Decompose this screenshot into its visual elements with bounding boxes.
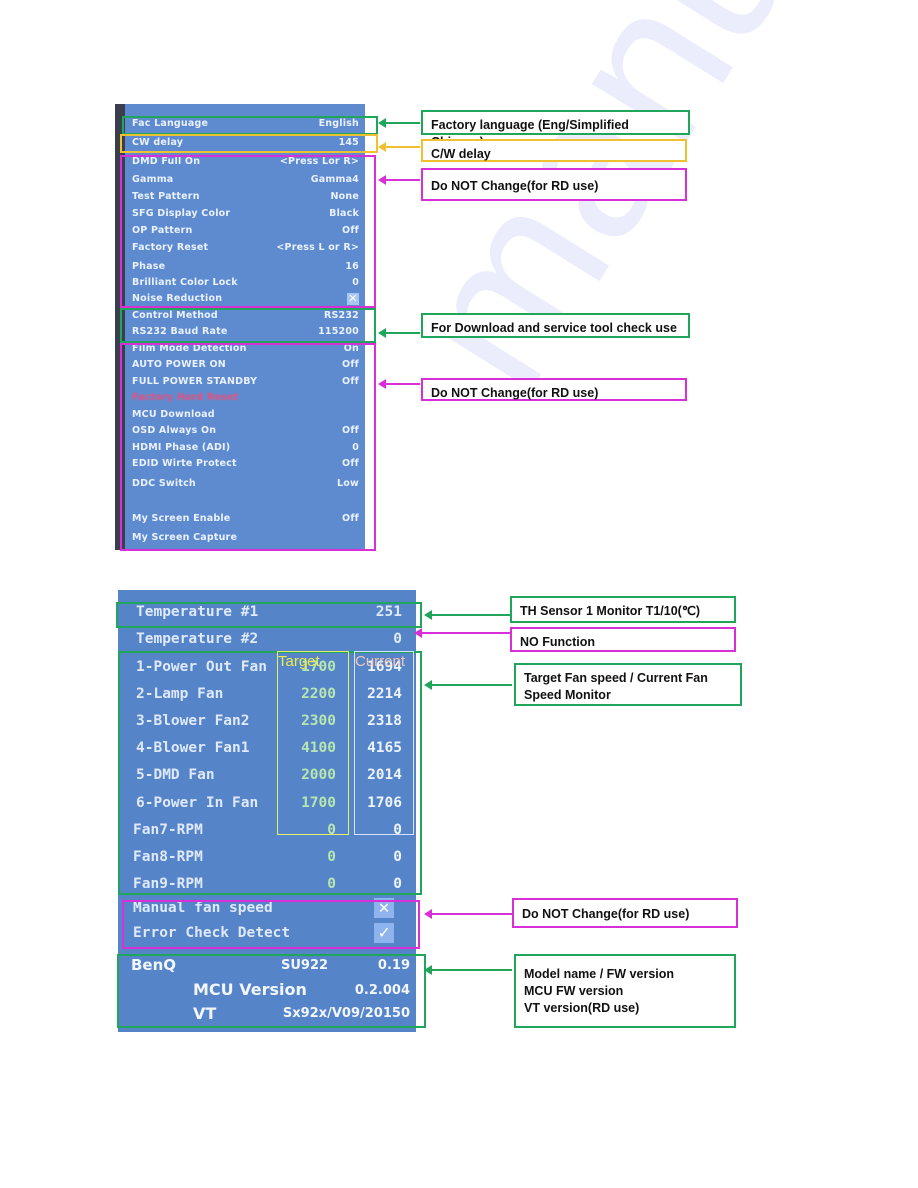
arrow-left-icon [378, 379, 420, 389]
arrow-left-icon [378, 175, 420, 185]
callout-do-not-change-3: Do NOT Change(for RD use) [512, 898, 738, 928]
highlight-fac-language [122, 116, 378, 135]
callout-do-not-change-2: Do NOT Change(for RD use) [421, 378, 687, 401]
callout-do-not-change-1: Do NOT Change(for RD use) [421, 168, 687, 201]
highlight-control-group [120, 308, 376, 343]
arrow-left-icon [378, 328, 420, 338]
arrow-left-icon [424, 965, 512, 975]
callout-no-function: NO Function [510, 627, 736, 652]
callout-fac-language: Factory language (Eng/Simplified Chinese… [421, 110, 690, 149]
highlight-versions [117, 954, 426, 1028]
callout-download-check: For Download and service tool check use [421, 313, 690, 338]
arrow-left-icon [378, 142, 420, 152]
row-label: Temperature #2 [136, 631, 259, 647]
highlight-cw-delay [120, 134, 378, 153]
watermark: manualslib [360, 0, 918, 428]
highlight-temperature-1 [116, 602, 422, 628]
callout-version-line: Model name / FW version [524, 967, 675, 981]
callout-cw-delay: C/W delay [421, 139, 687, 162]
callout-version-line: VT version(RD use) [524, 1001, 640, 1015]
temperature-row: Temperature #2 0 [136, 631, 406, 651]
arrow-left-icon [414, 628, 512, 638]
arrow-left-icon [424, 909, 512, 919]
target-column-header: Target [278, 653, 320, 670]
current-column-header: Current [355, 653, 406, 670]
highlight-rd-group-2 [120, 343, 376, 551]
highlight-rd-group-1 [120, 155, 376, 308]
callout-fan-speed: Target Fan speed / Current Fan Speed Mon… [514, 663, 742, 706]
callout-version-line: MCU FW version [524, 984, 624, 998]
callout-th-sensor: TH Sensor 1 Monitor T1/10(℃) [510, 596, 736, 623]
arrow-left-icon [424, 610, 512, 620]
callout-versions: Model name / FW version MCU FW version V… [514, 954, 736, 1028]
arrow-left-icon [424, 680, 512, 690]
current-column-frame [354, 651, 414, 835]
target-column-frame [277, 651, 349, 835]
highlight-rd-toggles [122, 900, 420, 949]
arrow-left-icon [378, 118, 420, 128]
temperature-value: 0 [393, 631, 402, 647]
